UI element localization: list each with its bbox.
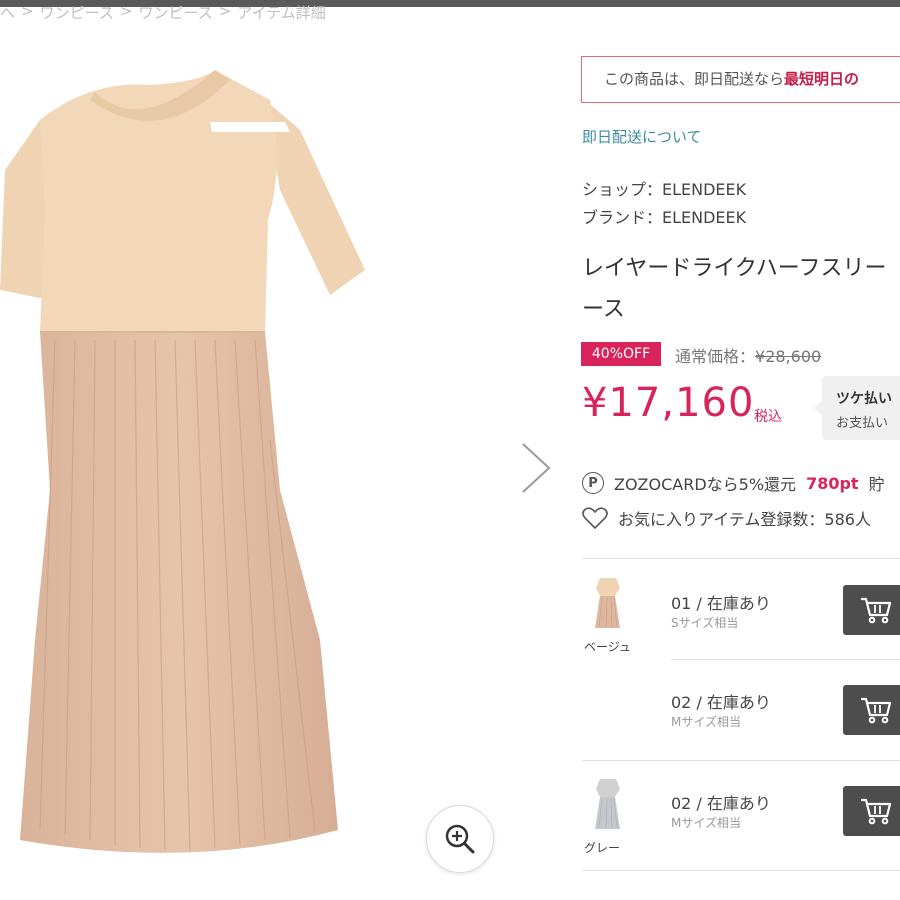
variant-size: Sサイズ相当 xyxy=(671,616,739,630)
breadcrumb-sep: > xyxy=(21,2,34,20)
breadcrumb-item[interactable]: ワンピース xyxy=(40,2,114,20)
add-to-cart-button[interactable] xyxy=(843,685,900,735)
sale-price: ¥17,160 xyxy=(582,380,755,426)
product-image[interactable] xyxy=(0,40,520,900)
zozocard-points: P ZOZOCARDなら5%還元 780pt 貯 xyxy=(582,471,885,495)
breadcrumb-sep: > xyxy=(119,2,133,20)
normal-price-value: ¥28,600 xyxy=(755,347,822,366)
variant-thumbnail-beige[interactable] xyxy=(590,574,626,630)
delivery-info-link[interactable]: 即日配送について xyxy=(582,126,702,147)
breadcrumb-item[interactable]: ワンピース xyxy=(138,2,212,20)
tax-label: 税込 xyxy=(754,409,782,425)
variant-stock: 02 / 在庫あり xyxy=(671,693,771,712)
zoom-in-icon xyxy=(445,824,475,854)
divider xyxy=(582,870,900,871)
breadcrumb: ヘ > ワンピース > ワンピース > アイテム詳細 xyxy=(0,2,326,20)
breadcrumb-sep: > xyxy=(218,2,232,20)
divider xyxy=(671,659,900,660)
favorites-count[interactable]: お気に入りアイテム登録数：586人 xyxy=(582,506,871,530)
shop-name[interactable]: ショップ：ELENDEEK xyxy=(582,176,746,200)
variant-stock: 01 / 在庫あり xyxy=(671,594,771,613)
normal-price: 通常価格：¥28,600 xyxy=(675,343,821,367)
breadcrumb-item[interactable]: ヘ xyxy=(0,2,15,20)
cart-icon xyxy=(861,697,892,724)
add-to-cart-button[interactable] xyxy=(843,585,900,635)
variant-thumbnail-gray[interactable] xyxy=(590,775,626,831)
product-title: レイヤードライクハーフスリー ース xyxy=(582,248,900,330)
variant-size: Mサイズ相当 xyxy=(671,816,741,830)
heart-outline-icon[interactable] xyxy=(582,506,608,530)
point-circle-icon: P xyxy=(582,472,604,494)
zozocard-text: ZOZOCARDなら5%還元 xyxy=(614,475,797,494)
title-line: ース xyxy=(582,297,625,322)
points-trail: 貯 xyxy=(868,475,885,494)
variant-color-label: ベージュ xyxy=(584,640,631,654)
tsuke-payment-tooltip[interactable]: ツケ払い お支払い xyxy=(814,376,900,440)
divider xyxy=(582,760,900,761)
brand-name[interactable]: ブランド：ELENDEEK xyxy=(582,204,746,228)
breadcrumb-item: アイテム詳細 xyxy=(237,4,326,20)
variant-color-label: グレー xyxy=(584,841,621,855)
chevron-right-icon[interactable] xyxy=(515,440,555,496)
variant-size: Mサイズ相当 xyxy=(671,715,741,729)
notice-text: この商品は、即日配送なら xyxy=(604,70,785,88)
add-to-cart-button[interactable] xyxy=(843,786,900,836)
variant-stock: 02 / 在庫あり xyxy=(671,794,771,813)
cart-icon xyxy=(861,597,892,624)
divider xyxy=(582,558,900,559)
points-value: 780pt xyxy=(806,473,859,493)
tsuke-title: ツケ払い xyxy=(836,391,892,407)
cart-icon xyxy=(861,798,892,825)
notice-emphasis: 最短明日の xyxy=(784,70,860,88)
normal-price-label: 通常価格： xyxy=(675,347,756,366)
zoom-button[interactable] xyxy=(426,805,494,873)
discount-badge: 40%OFF xyxy=(581,342,661,366)
delivery-notice: この商品は、即日配送なら最短明日の xyxy=(581,56,900,103)
tsuke-sub: お支払い xyxy=(836,416,889,431)
title-line: レイヤードライクハーフスリー xyxy=(582,256,887,281)
favorites-text: お気に入りアイテム登録数：586人 xyxy=(618,510,871,529)
tooltip-pointer xyxy=(814,400,822,416)
